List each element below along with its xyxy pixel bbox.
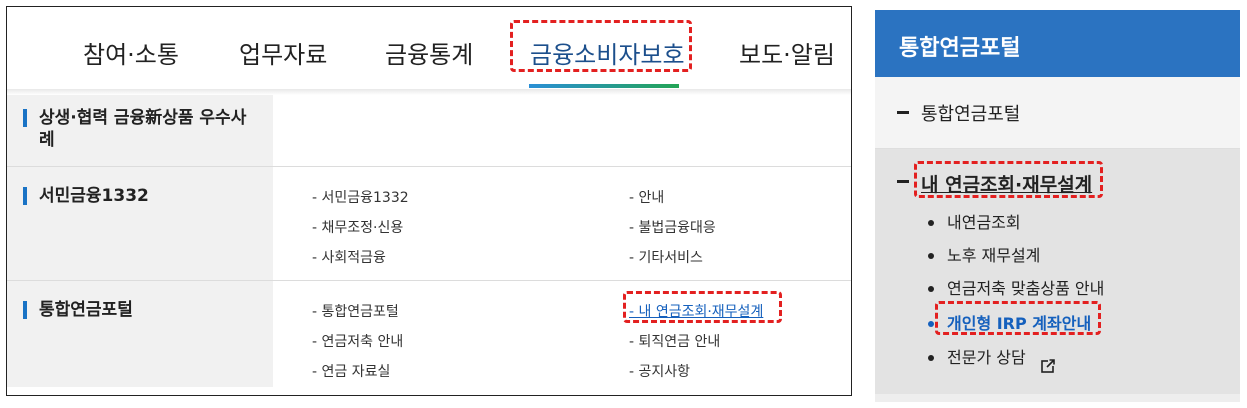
bullet-icon xyxy=(928,253,934,259)
side-header: 통합연금포털 xyxy=(875,10,1240,77)
dash-icon xyxy=(897,111,909,114)
side-sub-savings-products[interactable]: 연금저축 맞춤상품 안내 xyxy=(947,275,1104,299)
link-notices[interactable]: - 공지사항 xyxy=(629,361,690,381)
side-top-item[interactable]: 통합연금포털 xyxy=(875,77,1240,149)
row-marker xyxy=(23,301,27,319)
side-section: 내 연금조회·재무설계 내연금조회 노후 재무설계 연금저축 맞춤상품 안내 개… xyxy=(875,149,1240,394)
side-menu: 통합연금포털 통합연금포털 내 연금조회·재무설계 내연금조회 노후 재무설계 … xyxy=(875,10,1240,402)
row-title[interactable]: 상생·협력 금융新상품 우수사례 xyxy=(39,107,249,151)
row-marker xyxy=(23,109,27,127)
menu-row: 서민금융1332 - 서민금융1332 - 안내 - 채무조정·신용 - 불법금… xyxy=(7,167,851,281)
side-sub-my-pension[interactable]: 내연금조회 xyxy=(947,209,1021,233)
row-marker xyxy=(23,187,27,205)
nav-press[interactable]: 보도·알림 xyxy=(739,35,835,70)
link-my-pension[interactable]: - 내 연금조회·재무설계 xyxy=(629,301,763,321)
side-header-title: 통합연금포털 xyxy=(899,36,1021,61)
row-title[interactable]: 통합연금포털 xyxy=(39,299,133,321)
side-sub-irp[interactable]: 개인형 IRP 계좌안내 xyxy=(947,310,1091,334)
link-debt-credit[interactable]: - 채무조정·신용 xyxy=(312,217,403,237)
nav-participation[interactable]: 참여·소통 xyxy=(83,35,179,70)
link-social-finance[interactable]: - 사회적금융 xyxy=(312,247,386,267)
bullet-icon xyxy=(928,220,934,226)
side-section-label[interactable]: 내 연금조회·재무설계 xyxy=(921,170,1092,197)
row-title[interactable]: 서민금융1332 xyxy=(39,185,149,207)
nav-statistics[interactable]: 금융통계 xyxy=(385,35,473,70)
active-tab-underline xyxy=(529,84,679,88)
link-guide[interactable]: - 안내 xyxy=(629,187,664,207)
link-pension-portal[interactable]: - 통합연금포털 xyxy=(312,301,399,321)
link-pension-library[interactable]: - 연금 자료실 xyxy=(312,361,390,381)
menu-panel: 참여·소통 업무자료 금융통계 금융소비자보호 보도·알림 상생·협력 금융新상… xyxy=(6,6,852,396)
side-sub-expert-consult[interactable]: 전문가 상담 xyxy=(947,344,1026,368)
link-retirement-pension[interactable]: - 퇴직연금 안내 xyxy=(629,331,720,351)
nav-work-data[interactable]: 업무자료 xyxy=(239,35,327,70)
bullet-icon xyxy=(928,355,934,361)
link-other-services[interactable]: - 기타서비스 xyxy=(629,247,703,267)
menu-row: 통합연금포털 - 통합연금포털 - 내 연금조회·재무설계 - 연금저축 안내 … xyxy=(7,281,851,387)
top-nav: 참여·소통 업무자료 금융통계 금융소비자보호 보도·알림 xyxy=(7,7,851,89)
link-pension-savings[interactable]: - 연금저축 안내 xyxy=(312,331,403,351)
bullet-icon xyxy=(928,286,934,292)
external-link-icon[interactable] xyxy=(1041,359,1055,373)
bullet-icon xyxy=(928,321,934,327)
side-sub-retirement-plan[interactable]: 노후 재무설계 xyxy=(947,242,1040,266)
link-seomin1332[interactable]: - 서민금융1332 xyxy=(312,187,409,207)
dash-icon xyxy=(897,180,909,183)
link-illegal-finance[interactable]: - 불법금융대응 xyxy=(629,217,716,237)
side-top-label[interactable]: 통합연금포털 xyxy=(921,100,1020,126)
menu-row: 상생·협력 금융新상품 우수사례 xyxy=(7,95,851,167)
nav-consumer-protection[interactable]: 금융소비자보호 xyxy=(530,35,685,70)
